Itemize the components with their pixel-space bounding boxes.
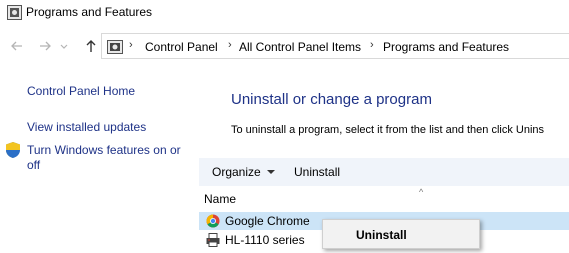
back-button[interactable] — [8, 37, 26, 55]
address-bar[interactable]: › Control Panel › All Control Panel Item… — [101, 33, 569, 59]
chevron-down-icon — [60, 44, 68, 49]
program-name: HL-1110 series — [225, 233, 305, 247]
name-column-header[interactable]: Name — [204, 192, 236, 206]
chrome-icon — [206, 214, 220, 228]
organize-dropdown-icon[interactable] — [267, 170, 275, 174]
shield-icon — [6, 142, 20, 158]
program-name: Google Chrome — [225, 214, 310, 228]
organize-button[interactable]: Organize — [212, 165, 261, 179]
windows-features-link[interactable]: Turn Windows features on or — [27, 143, 181, 157]
column-header: Name ^ — [199, 186, 569, 210]
control-panel-icon — [107, 40, 123, 54]
uninstall-toolbar-button[interactable]: Uninstall — [294, 165, 340, 179]
breadcrumb-all-items[interactable]: All Control Panel Items — [239, 40, 361, 54]
control-panel-home-link[interactable]: Control Panel Home — [27, 84, 135, 98]
view-installed-updates-link[interactable]: View installed updates — [27, 120, 146, 134]
breadcrumb-programs-features[interactable]: Programs and Features — [383, 40, 509, 54]
forward-button[interactable] — [36, 37, 54, 55]
page-heading: Uninstall or change a program — [231, 91, 432, 108]
breadcrumb-separator-icon[interactable]: › — [370, 39, 374, 51]
window-title: Programs and Features — [26, 5, 153, 19]
programs-features-icon — [7, 5, 22, 20]
forward-arrow-icon — [40, 41, 51, 51]
up-button[interactable] — [82, 37, 100, 55]
windows-features-link-continued[interactable]: off — [27, 158, 40, 172]
breadcrumb-control-panel[interactable]: Control Panel — [145, 40, 218, 54]
navigation-bar: › Control Panel › All Control Panel Item… — [0, 33, 569, 61]
sort-ascending-icon: ^ — [419, 187, 424, 197]
recent-locations-button[interactable] — [58, 37, 70, 55]
back-arrow-icon — [11, 41, 22, 51]
up-arrow-icon — [86, 40, 96, 52]
context-uninstall-item[interactable]: Uninstall — [356, 228, 407, 242]
breadcrumb-separator-icon[interactable]: › — [228, 39, 232, 51]
command-toolbar: Organize Uninstall — [199, 158, 569, 186]
page-description: To uninstall a program, select it from t… — [231, 124, 545, 136]
breadcrumb-separator-icon[interactable]: › — [129, 39, 133, 51]
printer-icon — [206, 233, 220, 247]
context-menu: Uninstall — [322, 219, 480, 249]
title-bar: Programs and Features — [0, 0, 569, 27]
